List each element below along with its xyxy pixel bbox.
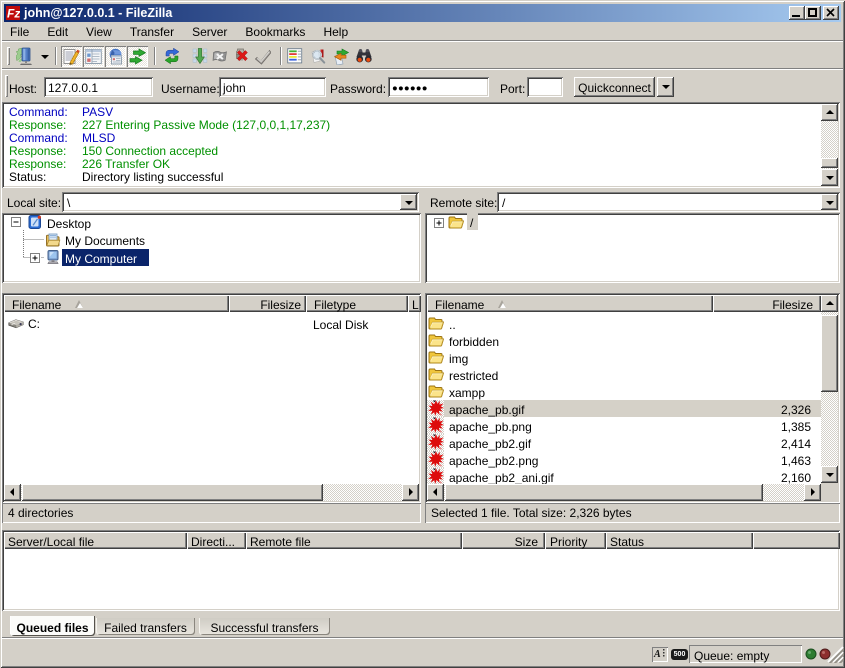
svg-text:A: A	[653, 649, 661, 660]
svg-text:Fz: Fz	[7, 7, 20, 21]
